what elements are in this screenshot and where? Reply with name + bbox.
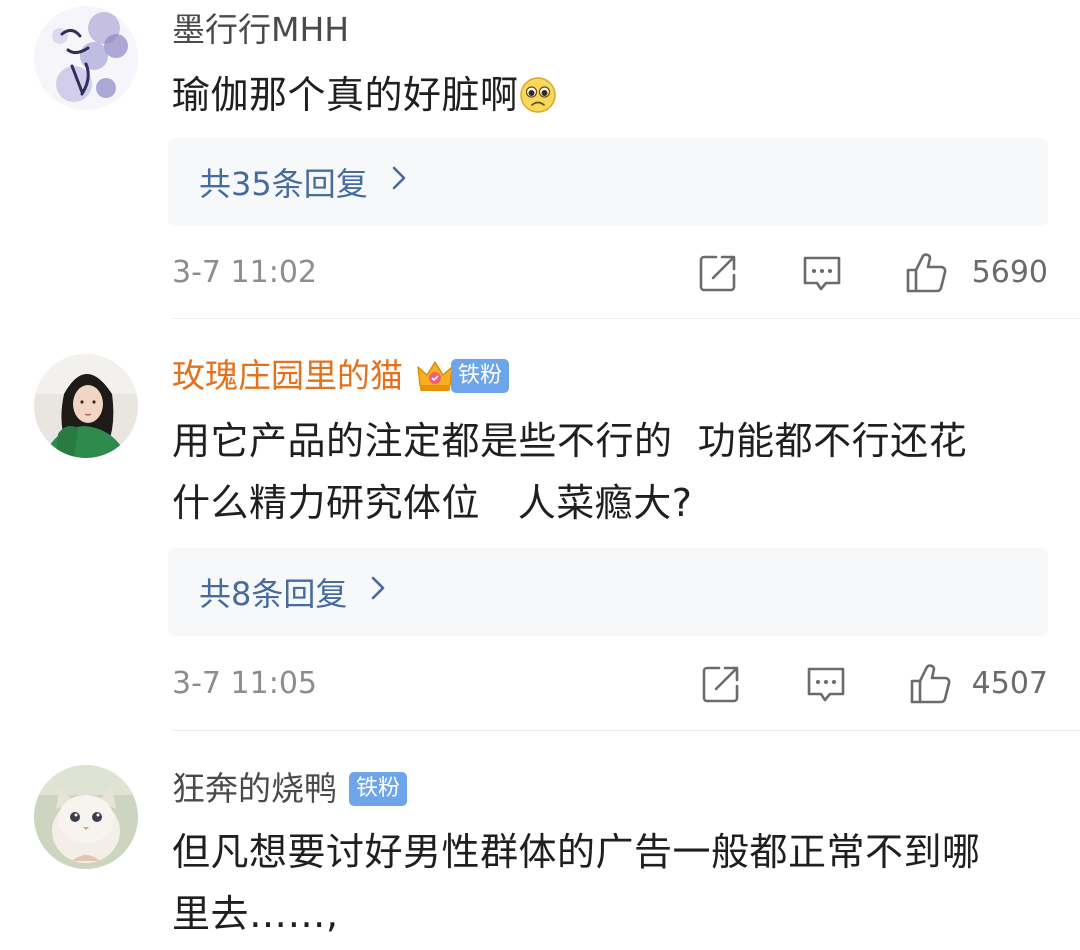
chevron-right-icon	[390, 164, 408, 200]
replies-label: 共35条回复	[199, 165, 368, 203]
crown-icon	[415, 356, 455, 396]
comment-text: 瑜伽那个真的好脏啊	[172, 64, 1052, 126]
comment-text: 用它产品的注定都是些不行的 功能都不行还花 什么精力研究体位 人菜瘾大?	[172, 410, 1052, 534]
comment-meta: 3-7 11:02 5690	[172, 248, 1048, 298]
divider	[172, 318, 1080, 319]
divider	[172, 730, 1080, 731]
username[interactable]: 墨行行MHH	[172, 8, 349, 52]
thumbs-up-icon[interactable]	[904, 251, 948, 295]
like-count: 5690	[971, 255, 1048, 290]
username[interactable]: 狂奔的烧鸭 铁粉	[172, 767, 408, 811]
fan-badge: 铁粉	[451, 359, 510, 393]
timestamp: 3-7 11:05	[172, 666, 317, 701]
avatar[interactable]	[34, 765, 138, 869]
comment-icon[interactable]	[804, 662, 848, 706]
avatar[interactable]	[34, 6, 138, 110]
comment-text-line: 什么精力研究体位 人菜瘾大?	[172, 481, 693, 525]
chevron-right-icon	[369, 574, 387, 610]
username[interactable]: 玫瑰庄园里的猫 铁粉	[172, 354, 510, 398]
comment-text: 但凡想要讨好男性群体的广告一般都正常不到哪 里去……,	[172, 821, 1052, 945]
thumbs-up-icon[interactable]	[908, 662, 952, 706]
comment-icon[interactable]	[800, 251, 844, 295]
fan-badge: 铁粉	[349, 772, 408, 806]
username-text: 玫瑰庄园里的猫	[172, 356, 403, 395]
view-replies-button[interactable]: 共35条回复	[168, 138, 1048, 226]
repost-icon[interactable]	[696, 251, 740, 295]
avatar[interactable]	[34, 354, 138, 458]
view-replies-button[interactable]: 共8条回复	[168, 548, 1048, 636]
comment-text-line: 里去……,	[172, 892, 339, 936]
username-text: 狂奔的烧鸭	[172, 769, 337, 808]
like-count: 4507	[971, 666, 1048, 701]
comment-text-line: 但凡想要讨好男性群体的广告一般都正常不到哪	[172, 830, 981, 874]
timestamp: 3-7 11:02	[172, 255, 317, 290]
comment-text-content: 瑜伽那个真的好脏啊	[172, 73, 519, 117]
pleading-face-icon	[519, 76, 557, 114]
comment-meta: 3-7 11:05 4507	[172, 659, 1048, 709]
repost-icon[interactable]	[699, 662, 743, 706]
comment-text-line: 用它产品的注定都是些不行的 功能都不行还花	[172, 419, 968, 463]
replies-label: 共8条回复	[199, 575, 348, 613]
